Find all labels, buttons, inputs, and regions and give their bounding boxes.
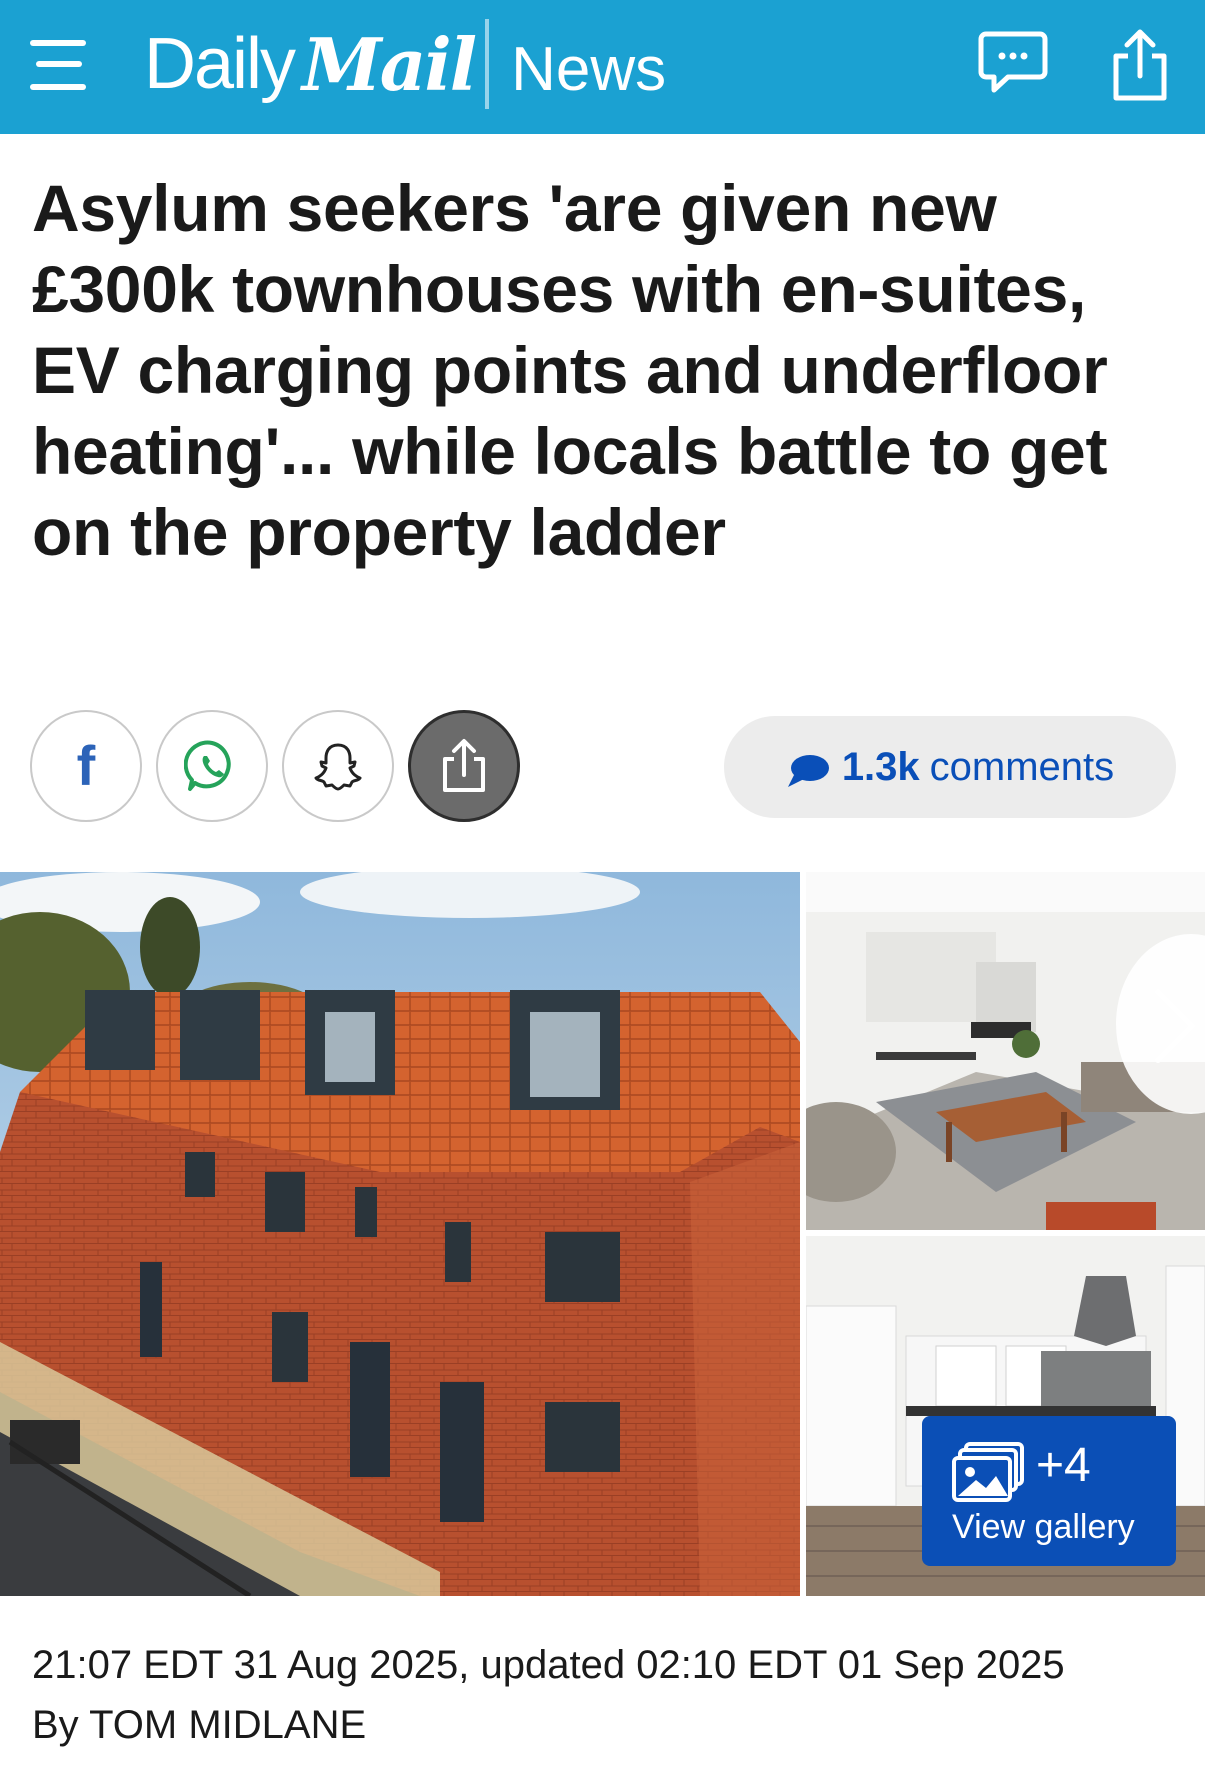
more-share-button[interactable]	[408, 710, 520, 822]
top-navigation-bar: Daily Mail News	[0, 0, 1205, 134]
snapchat-share-button[interactable]	[282, 710, 394, 822]
comments-label: comments	[929, 744, 1115, 789]
snapchat-ghost-icon	[314, 743, 362, 791]
view-gallery-button[interactable]: +4 View gallery	[922, 1416, 1176, 1566]
comment-bubble-icon	[787, 755, 829, 787]
townhouses-photo[interactable]	[0, 872, 800, 1596]
comments-button[interactable]: 1.3k comments	[724, 716, 1176, 818]
facebook-icon: f	[76, 734, 96, 797]
logo-mail-text: Mail	[302, 21, 477, 107]
photo-stack-icon	[952, 1442, 1024, 1502]
facebook-share-button[interactable]: f	[30, 710, 142, 822]
view-gallery-label: View gallery	[952, 1508, 1135, 1546]
gallery-more-count: +4	[1036, 1439, 1091, 1492]
logo-daily-text: Daily	[144, 24, 296, 104]
whatsapp-icon	[184, 740, 231, 791]
hamburger-menu-icon[interactable]	[30, 38, 90, 94]
share-upload-icon	[443, 739, 485, 792]
section-name: News	[511, 34, 667, 104]
site-logo[interactable]: Daily Mail News	[144, 14, 666, 114]
speech-bubble-icon[interactable]	[978, 30, 1048, 96]
article-headline: Asylum seekers 'are given new £300k town…	[32, 171, 1108, 569]
comments-count: 1.3k	[841, 744, 920, 789]
whatsapp-share-button[interactable]	[156, 710, 268, 822]
article-timestamp: 21:07 EDT 31 Aug 2025, updated 02:10 EDT…	[32, 1643, 1065, 1687]
article-byline: By TOM MIDLANE	[32, 1703, 367, 1747]
image-gallery: +4 View gallery	[0, 872, 1205, 1596]
chevron-right-icon	[1155, 989, 1195, 1063]
share-upload-icon[interactable]	[1108, 28, 1172, 102]
logo-divider	[485, 19, 490, 109]
